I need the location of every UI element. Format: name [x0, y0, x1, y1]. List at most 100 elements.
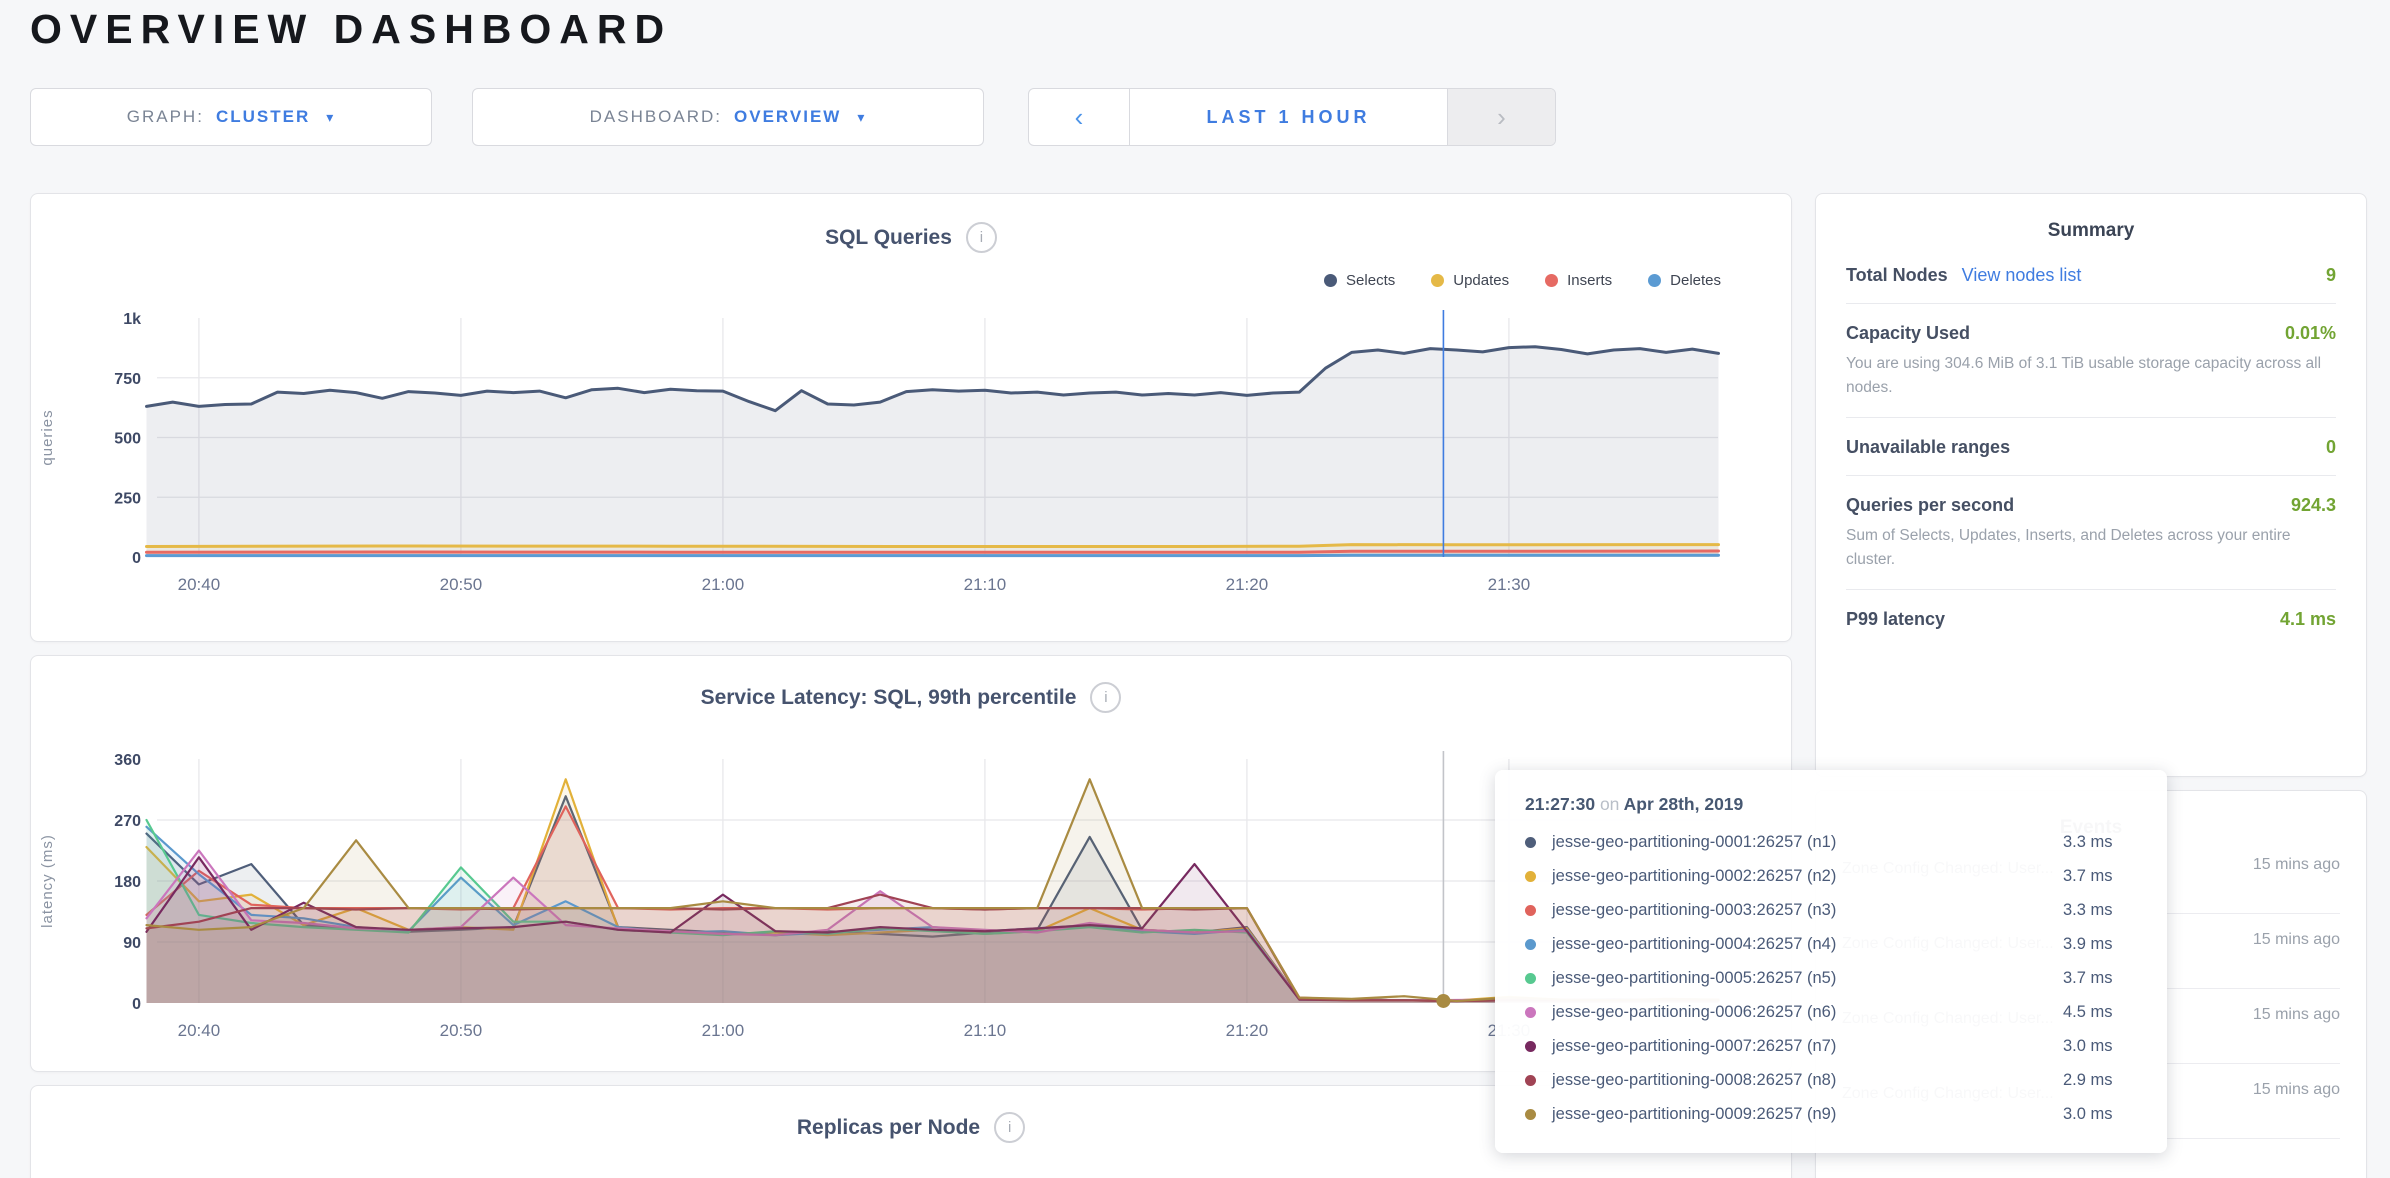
chart-hover-tooltip: 21:27:30 on Apr 28th, 2019 jesse-geo-par… — [1495, 770, 2167, 1153]
summary-rows: Total Nodes View nodes list 9 Capacity U… — [1816, 242, 2366, 647]
summary-title: Summary — [1816, 194, 2366, 242]
dashboard-dropdown-label: DASHBOARD: — [590, 107, 722, 127]
legend-item-inserts[interactable]: Inserts — [1545, 272, 1612, 289]
summary-value: 9 — [2326, 265, 2336, 286]
tooltip-node-name: jesse-geo-partitioning-0002:26257 (n2) — [1552, 867, 2063, 886]
svg-text:90: 90 — [123, 935, 141, 952]
tooltip-timestamp: 21:27:30 on Apr 28th, 2019 — [1525, 794, 2137, 815]
legend-dot-icon — [1648, 274, 1661, 287]
view-nodes-list-link[interactable]: View nodes list — [1962, 265, 2082, 286]
series-dot-icon — [1525, 1007, 1536, 1018]
tooltip-row: jesse-geo-partitioning-0001:26257 (n1)3.… — [1525, 825, 2137, 859]
tooltip-node-value: 3.0 ms — [2063, 1037, 2137, 1056]
series-dot-icon — [1525, 1075, 1536, 1086]
overview-dashboard-page: OVERVIEW DASHBOARD GRAPH: CLUSTER ▾ DASH… — [0, 0, 2390, 1178]
tooltip-node-name: jesse-geo-partitioning-0009:26257 (n9) — [1552, 1105, 2063, 1124]
tooltip-node-value: 4.5 ms — [2063, 1003, 2137, 1022]
tooltip-node-value: 3.3 ms — [2063, 901, 2137, 920]
series-dot-icon — [1525, 1041, 1536, 1052]
tooltip-node-value: 3.0 ms — [2063, 1105, 2137, 1124]
series-dot-icon — [1525, 837, 1536, 848]
svg-text:21:20: 21:20 — [1226, 1021, 1269, 1040]
svg-text:750: 750 — [114, 371, 141, 388]
tooltip-date: Apr 28th, 2019 — [1624, 794, 1744, 814]
svg-text:180: 180 — [114, 874, 141, 891]
summary-panel: Summary Total Nodes View nodes list 9 Ca… — [1815, 193, 2367, 777]
svg-text:21:10: 21:10 — [964, 575, 1007, 594]
tooltip-row: jesse-geo-partitioning-0003:26257 (n3)3.… — [1525, 893, 2137, 927]
summary-row-total-nodes: Total Nodes View nodes list 9 — [1846, 246, 2336, 304]
tooltip-node-name: jesse-geo-partitioning-0001:26257 (n1) — [1552, 833, 2063, 852]
summary-label: Unavailable ranges — [1846, 437, 2010, 458]
svg-text:1k: 1k — [123, 311, 141, 328]
service-latency-chart[interactable]: 09018027036020:4020:5021:0021:1021:2021:… — [30, 740, 1740, 1050]
legend-label: Updates — [1453, 272, 1509, 289]
summary-label: Total Nodes — [1846, 265, 1948, 286]
series-dot-icon — [1525, 871, 1536, 882]
tooltip-row: jesse-geo-partitioning-0008:26257 (n8)2.… — [1525, 1063, 2137, 1097]
dashboard-dropdown-value: OVERVIEW — [734, 107, 841, 127]
series-dot-icon — [1525, 905, 1536, 916]
tooltip-row: jesse-geo-partitioning-0006:26257 (n6)4.… — [1525, 995, 2137, 1029]
tooltip-preposition: on — [1600, 794, 1619, 814]
legend-item-updates[interactable]: Updates — [1431, 272, 1509, 289]
summary-value: 4.1 ms — [2280, 609, 2336, 630]
series-dot-icon — [1525, 1109, 1536, 1120]
info-icon[interactable]: i — [1090, 682, 1121, 713]
tooltip-node-value: 3.3 ms — [2063, 833, 2137, 852]
legend-label: Inserts — [1567, 272, 1612, 289]
summary-label: Capacity Used — [1846, 323, 1970, 344]
svg-text:queries: queries — [39, 409, 56, 465]
tooltip-row: jesse-geo-partitioning-0005:26257 (n5)3.… — [1525, 961, 2137, 995]
svg-text:21:20: 21:20 — [1226, 575, 1269, 594]
legend-dot-icon — [1324, 274, 1337, 287]
svg-text:21:30: 21:30 — [1488, 575, 1531, 594]
chevron-right-icon: › — [1497, 102, 1506, 133]
legend-label: Selects — [1346, 272, 1395, 289]
time-prev-button[interactable]: ‹ — [1029, 89, 1130, 145]
legend-dot-icon — [1431, 274, 1444, 287]
time-window-selector[interactable]: LAST 1 HOUR — [1130, 89, 1447, 145]
tooltip-node-name: jesse-geo-partitioning-0005:26257 (n5) — [1552, 969, 2063, 988]
series-dot-icon — [1525, 939, 1536, 950]
legend-item-selects[interactable]: Selects — [1324, 272, 1395, 289]
legend-label: Deletes — [1670, 272, 1721, 289]
dashboard-dropdown[interactable]: DASHBOARD: OVERVIEW ▾ — [472, 88, 984, 146]
event-time: 15 mins ago — [2244, 1002, 2340, 1028]
tooltip-row: jesse-geo-partitioning-0009:26257 (n9)3.… — [1525, 1097, 2137, 1131]
summary-row-p99-latency: P99 latency 4.1 ms — [1846, 590, 2336, 647]
svg-text:250: 250 — [114, 490, 141, 507]
caret-down-icon: ▾ — [857, 109, 866, 126]
graph-dropdown[interactable]: GRAPH: CLUSTER ▾ — [30, 88, 432, 146]
sql-queries-chart[interactable]: 02505007501k20:4020:5021:0021:1021:2021:… — [30, 300, 1740, 600]
tooltip-node-value: 2.9 ms — [2063, 1071, 2137, 1090]
svg-text:360: 360 — [114, 752, 141, 769]
svg-text:270: 270 — [114, 813, 141, 830]
tooltip-row: jesse-geo-partitioning-0007:26257 (n7)3.… — [1525, 1029, 2137, 1063]
summary-row-capacity-used: Capacity Used 0.01% You are using 304.6 … — [1846, 304, 2336, 418]
legend-dot-icon — [1545, 274, 1558, 287]
legend-item-deletes[interactable]: Deletes — [1648, 272, 1721, 289]
tooltip-node-name: jesse-geo-partitioning-0004:26257 (n4) — [1552, 935, 2063, 954]
time-next-button[interactable]: › — [1447, 89, 1555, 145]
info-icon[interactable]: i — [994, 1112, 1025, 1143]
tooltip-node-value: 3.9 ms — [2063, 935, 2137, 954]
event-time: 15 mins ago — [2244, 927, 2340, 953]
sql-queries-title: SQL Queries — [825, 226, 952, 250]
summary-value: 0 — [2326, 437, 2336, 458]
tooltip-node-name: jesse-geo-partitioning-0006:26257 (n6) — [1552, 1003, 2063, 1022]
sql-queries-legend: Selects Updates Inserts Deletes — [1324, 272, 1721, 289]
tooltip-node-name: jesse-geo-partitioning-0008:26257 (n8) — [1552, 1071, 2063, 1090]
info-icon[interactable]: i — [966, 222, 997, 253]
summary-value: 924.3 — [2291, 495, 2336, 516]
summary-subtext: Sum of Selects, Updates, Inserts, and De… — [1846, 524, 2336, 572]
summary-label: P99 latency — [1846, 609, 1945, 630]
svg-text:21:10: 21:10 — [964, 1021, 1007, 1040]
summary-label: Queries per second — [1846, 495, 2014, 516]
event-time: 15 mins ago — [2244, 852, 2340, 878]
page-title: OVERVIEW DASHBOARD — [30, 6, 672, 53]
service-latency-title: Service Latency: SQL, 99th percentile — [701, 686, 1077, 710]
tooltip-node-name: jesse-geo-partitioning-0007:26257 (n7) — [1552, 1037, 2063, 1056]
svg-text:20:50: 20:50 — [440, 575, 483, 594]
summary-subtext: You are using 304.6 MiB of 3.1 TiB usabl… — [1846, 352, 2336, 400]
